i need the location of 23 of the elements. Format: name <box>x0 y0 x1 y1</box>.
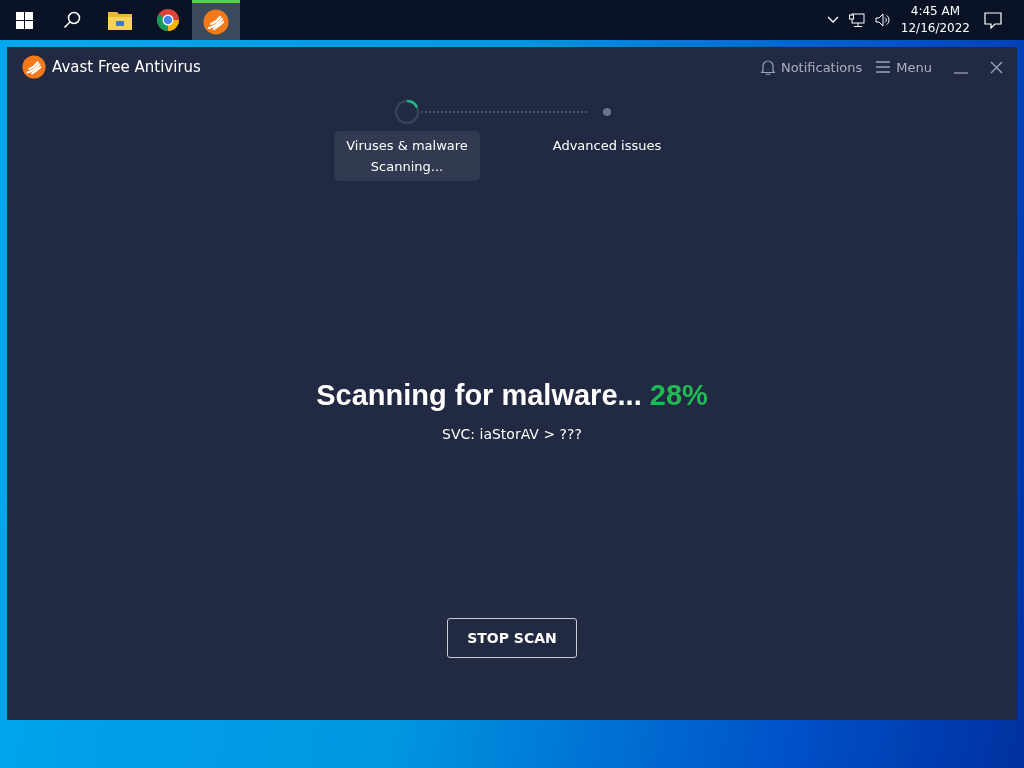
speaker-icon[interactable] <box>874 13 891 27</box>
search-icon <box>63 11 81 29</box>
chevron-up-icon[interactable] <box>826 16 839 24</box>
bell-icon <box>760 59 775 75</box>
menu-icon <box>876 61 891 73</box>
network-icon[interactable] <box>848 12 865 28</box>
scan-detail: SVC: iaStorAV > ??? <box>442 426 582 442</box>
browser-icon <box>156 8 180 32</box>
window-title: Avast Free Antivirus <box>52 58 201 76</box>
taskbar-app[interactable] <box>192 0 240 40</box>
menu-button[interactable]: Menu <box>876 59 932 75</box>
folder-icon <box>108 10 132 30</box>
clock[interactable]: 4:45 AM 12/16/2022 <box>900 3 970 37</box>
scan-heading: Scanning for malware... 28% <box>316 379 708 412</box>
notification-center-icon[interactable] <box>984 11 1002 29</box>
step-label: Advanced issues <box>551 137 663 155</box>
stop-scan-button[interactable]: STOP SCAN <box>447 618 577 658</box>
close-icon[interactable] <box>990 60 1003 74</box>
avast-logo-icon <box>203 8 229 35</box>
step-card: Viruses & malware Scanning... <box>334 131 480 181</box>
avast-logo-icon <box>22 55 46 79</box>
notifications-button[interactable]: Notifications <box>760 59 863 75</box>
windows-icon <box>15 11 33 29</box>
